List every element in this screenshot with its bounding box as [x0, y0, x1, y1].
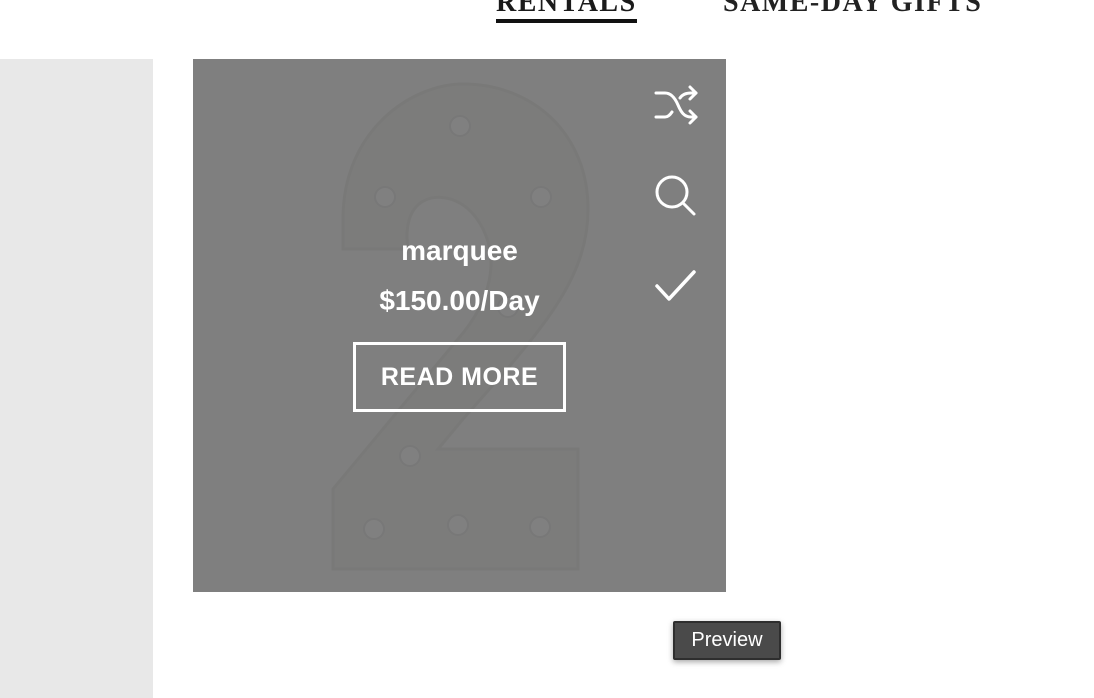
- nav-rentals-link[interactable]: RENTALS: [496, 0, 637, 23]
- product-title[interactable]: marquee: [193, 235, 726, 267]
- product-card[interactable]: marquee $150.00/Day READ MORE: [193, 59, 726, 592]
- product-price: $150.00/Day: [379, 285, 540, 316]
- nav-same-day-gifts-link[interactable]: SAME-DAY GIFTS: [723, 0, 982, 20]
- search-icon[interactable]: [653, 172, 699, 218]
- shuffle-icon[interactable]: [653, 82, 699, 128]
- hover-overlay: [193, 59, 726, 592]
- top-navigation: RENTALS SAME-DAY GIFTS: [0, 0, 1094, 59]
- check-icon[interactable]: [653, 262, 699, 308]
- read-more-button[interactable]: READ MORE: [353, 342, 566, 412]
- preview-button[interactable]: Preview: [673, 621, 781, 660]
- sidebar-panel: [0, 59, 153, 698]
